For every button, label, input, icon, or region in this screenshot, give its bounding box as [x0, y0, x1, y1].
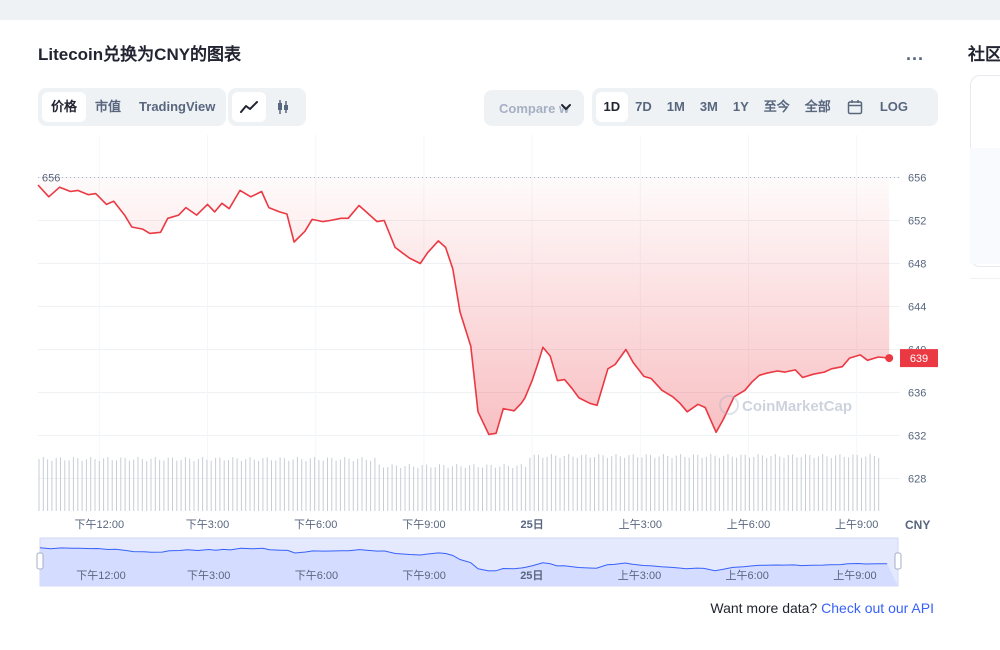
- range-ytd[interactable]: 至今: [756, 92, 797, 122]
- y-tick-label: 652: [908, 216, 926, 228]
- last-price-dot: [885, 354, 894, 363]
- navigator-tick-label: 上午6:00: [726, 569, 769, 582]
- compare-label: Compare w: [499, 100, 570, 116]
- navigator-tick-label: 上午9:00: [833, 569, 876, 582]
- time-range-selector: 1D 7D 1M 3M 1Y 至今 全部 LOG: [592, 88, 938, 126]
- x-tick-label: 下午9:00: [402, 518, 445, 531]
- sidebar-divider: [970, 278, 1000, 279]
- range-7d[interactable]: 7D: [628, 92, 660, 122]
- navigator-right-handle[interactable]: [894, 552, 902, 570]
- price-chart: 628632636640644648652656656639CoinMarket…: [36, 135, 938, 587]
- x-tick-label: 下午3:00: [186, 518, 229, 531]
- x-tick-label: 下午6:00: [294, 518, 337, 531]
- y-tick-label: 628: [908, 474, 926, 486]
- navigator-tick-label: 上午3:00: [618, 569, 661, 582]
- x-tick-label: 25日: [520, 518, 543, 531]
- tab-price[interactable]: 价格: [42, 92, 87, 122]
- footer-text: Want more data?: [710, 600, 818, 616]
- log-scale-toggle[interactable]: LOG: [872, 92, 915, 122]
- sidebar-card-inner: [970, 148, 1000, 264]
- navigator-tick-label: 下午3:00: [187, 569, 230, 582]
- range-all[interactable]: 全部: [797, 92, 838, 122]
- y-tick-label: 656: [908, 173, 926, 185]
- sidebar-community-title: 社区: [968, 45, 1000, 64]
- x-tick-label: 下午12:00: [75, 518, 125, 531]
- tab-tradingview[interactable]: TradingView: [130, 92, 224, 122]
- compare-dropdown[interactable]: Compare w: [484, 90, 584, 126]
- candlestick-icon[interactable]: [266, 92, 300, 122]
- chart-type-toggle: [228, 88, 306, 126]
- range-1m[interactable]: 1M: [659, 92, 692, 122]
- range-1d[interactable]: 1D: [596, 92, 628, 122]
- range-1y[interactable]: 1Y: [725, 92, 756, 122]
- y-tick-label: 644: [908, 302, 926, 314]
- y-tick-label: 632: [908, 431, 926, 443]
- top-banner-strip: [0, 0, 1000, 20]
- y-tick-label: 648: [908, 259, 926, 271]
- currency-label: CNY: [905, 518, 930, 532]
- navigator-left-handle[interactable]: [36, 552, 44, 570]
- line-chart-icon[interactable]: [232, 92, 266, 122]
- tab-market-cap[interactable]: 市值: [86, 92, 130, 122]
- navigator-tick-label: 下午12:00: [76, 569, 126, 582]
- navigator-tick-label: 25日: [520, 569, 543, 582]
- x-tick-label: 上午3:00: [619, 518, 662, 531]
- calendar-icon[interactable]: [838, 92, 872, 122]
- x-tick-label: 上午9:00: [835, 518, 878, 531]
- view-tabs: 价格 市值 TradingView: [38, 88, 226, 126]
- navigator-tick-label: 下午9:00: [402, 569, 445, 582]
- watermark-text: CoinMarketCap: [742, 398, 852, 415]
- footer-api-note: Want more data? Check out our API: [710, 600, 934, 616]
- last-price-label: 639: [910, 353, 928, 365]
- chevron-down-icon: [561, 104, 571, 111]
- x-tick-label: 上午6:00: [727, 518, 770, 531]
- api-link[interactable]: Check out our API: [821, 600, 934, 616]
- price-area: [38, 177, 890, 435]
- range-3m[interactable]: 3M: [692, 92, 725, 122]
- y-tick-label: 636: [908, 388, 926, 400]
- more-options-button[interactable]: ...: [906, 44, 924, 65]
- chart-title: Litecoin兑换为CNY的图表: [38, 45, 242, 64]
- navigator-tick-label: 下午6:00: [295, 569, 338, 582]
